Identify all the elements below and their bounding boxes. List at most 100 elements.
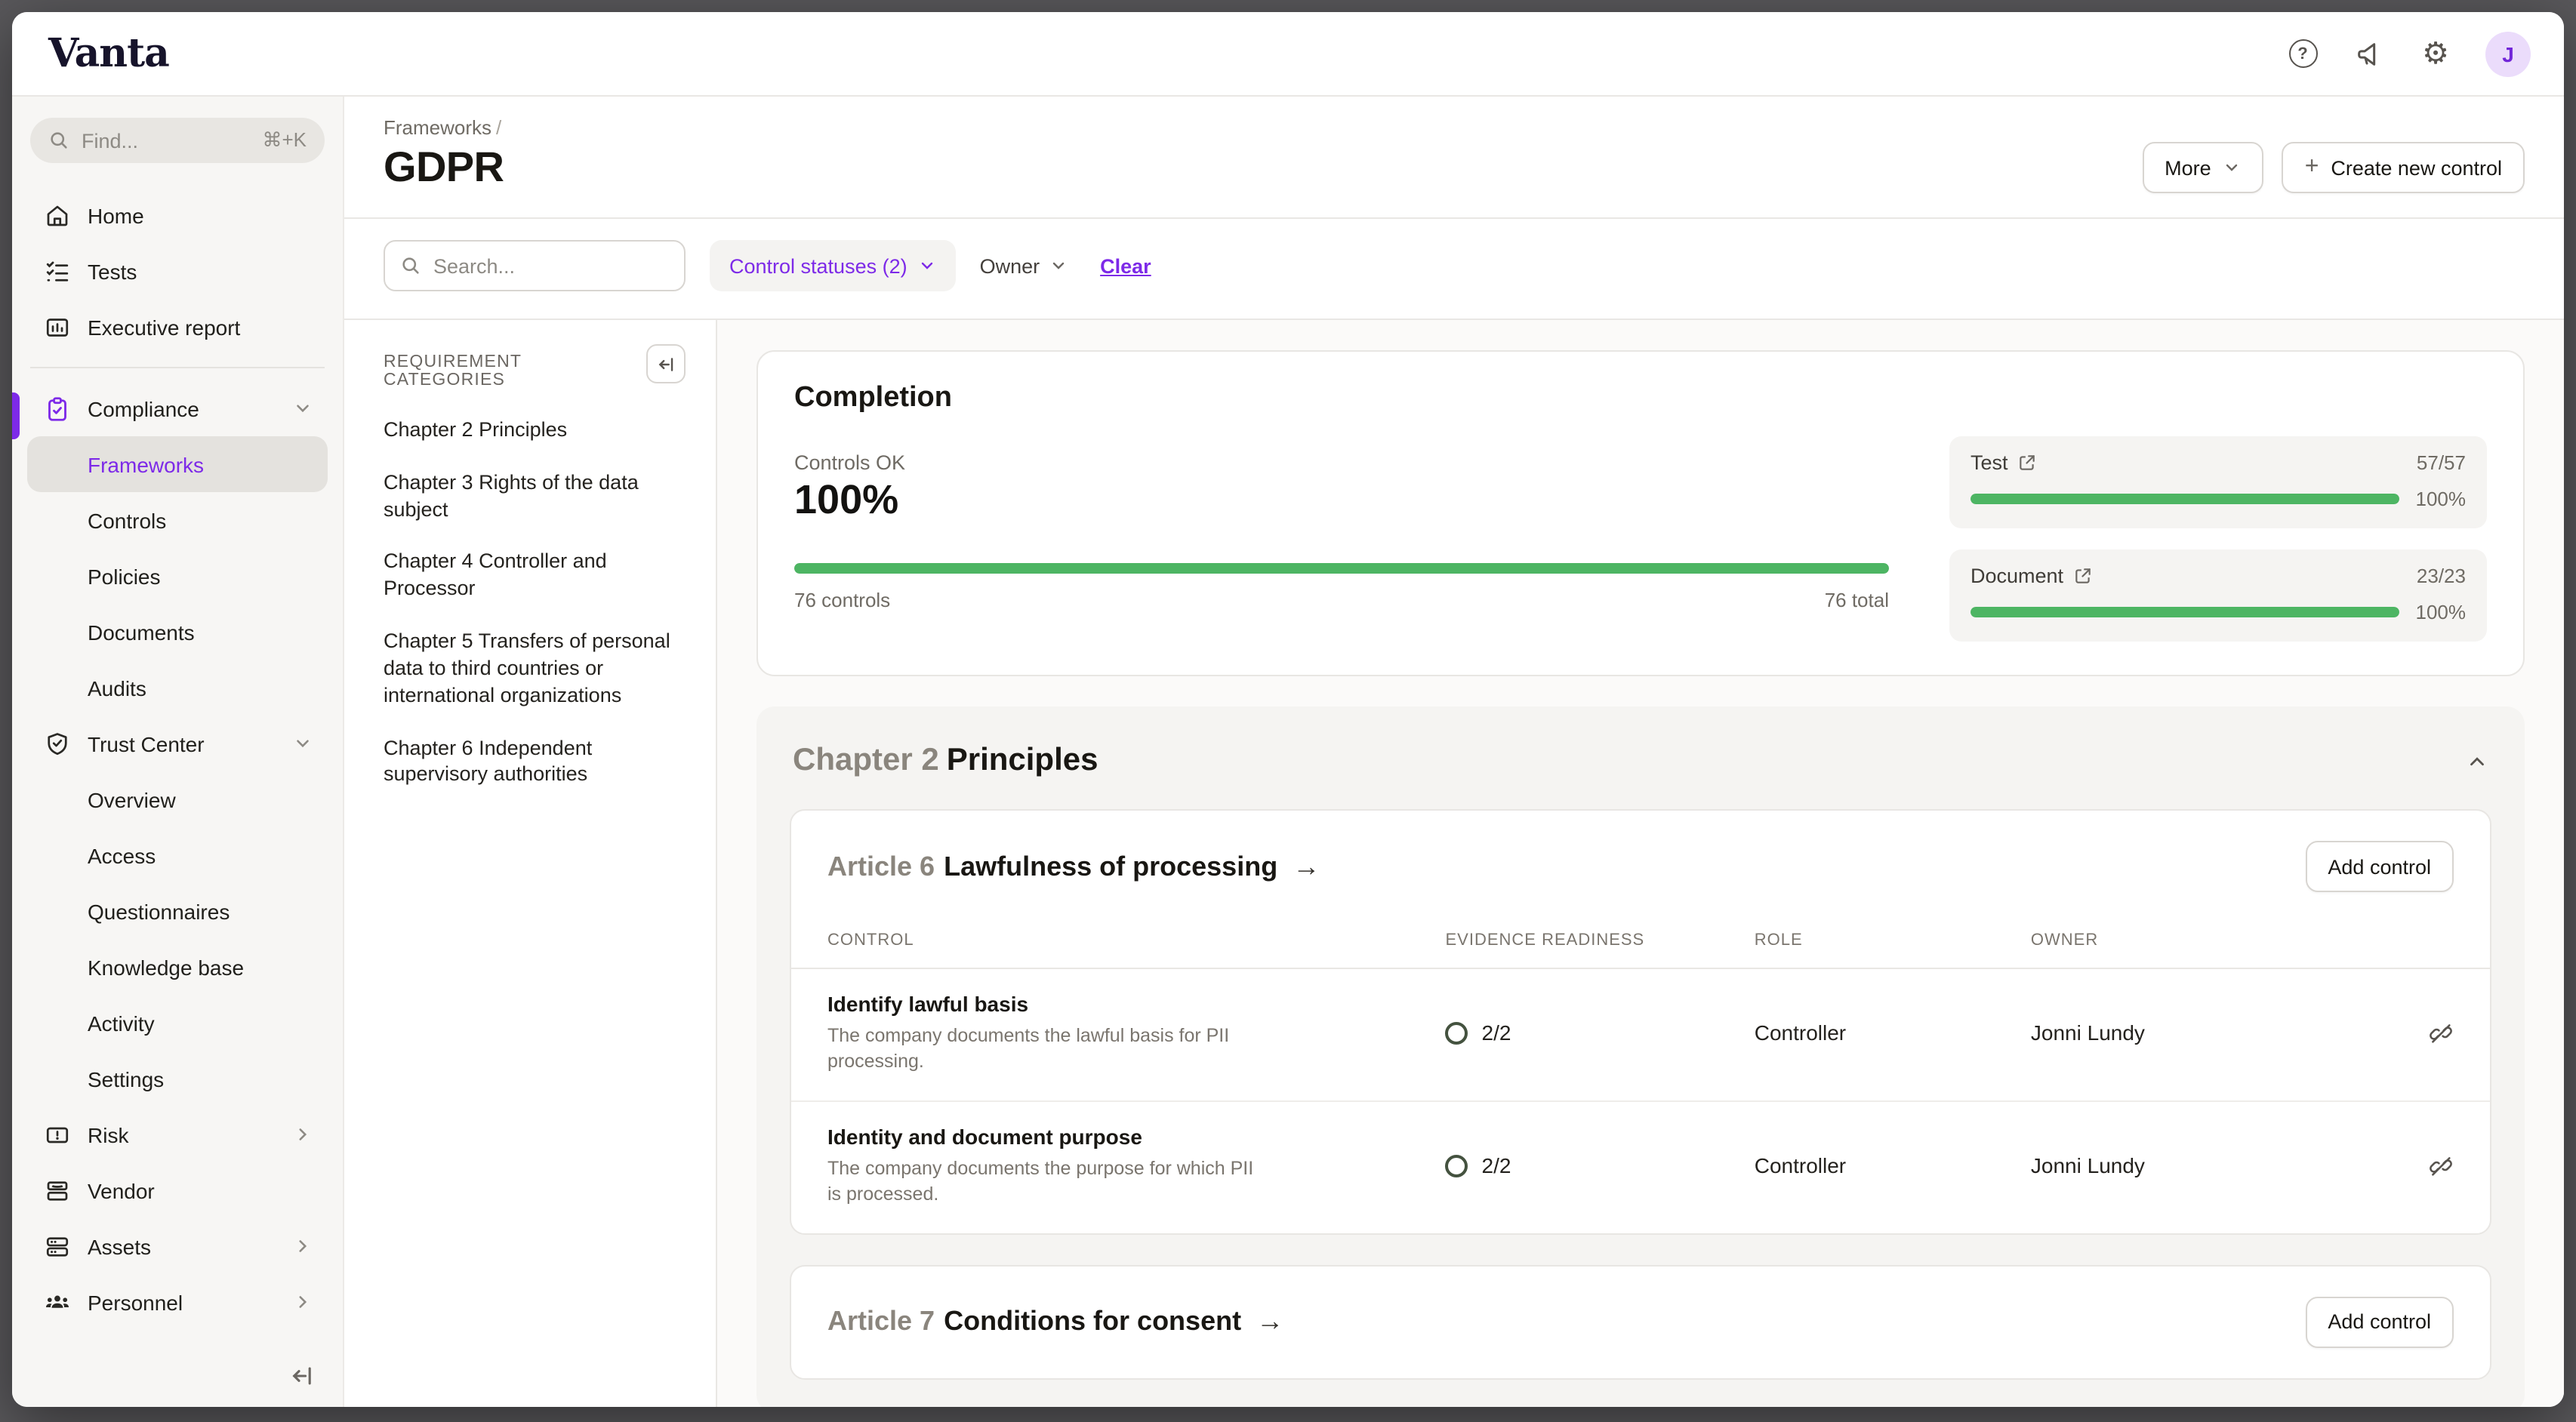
clipboard-check-icon	[42, 394, 71, 423]
owner-filter[interactable]: Owner	[980, 254, 1068, 277]
column-evidence-readiness: EVIDENCE READINESS	[1446, 931, 1755, 950]
breadcrumb-frameworks[interactable]: Frameworks	[384, 116, 491, 139]
more-button[interactable]: More	[2142, 142, 2264, 193]
sidebar-item-questionnaires[interactable]: Questionnaires	[27, 883, 328, 939]
add-control-button[interactable]: Add control	[2305, 841, 2454, 892]
search-icon	[48, 130, 69, 151]
sidebar-item-compliance[interactable]: Compliance	[27, 380, 328, 436]
alert-box-icon	[42, 1120, 71, 1149]
sidebar-item-executive-report[interactable]: Executive report	[27, 299, 328, 355]
active-section-indicator	[12, 392, 20, 439]
role-value: Controller	[1755, 1153, 2031, 1177]
document-stat-link[interactable]: Document	[1971, 565, 2092, 587]
requirement-categories-panel: REQUIREMENT CATEGORIES Chapter 2 Princip…	[344, 320, 717, 1407]
chevron-right-icon	[293, 1125, 313, 1144]
sidebar-item-tests[interactable]: Tests	[27, 243, 328, 299]
sidebar-item-documents[interactable]: Documents	[27, 604, 328, 660]
sidebar-item-settings[interactable]: Settings	[27, 1051, 328, 1107]
controls-total: 76 total	[1825, 589, 1889, 611]
category-chapter-5[interactable]: Chapter 5 Transfers of personal data to …	[384, 628, 686, 709]
sidebar-item-personnel[interactable]: Personnel	[27, 1274, 328, 1330]
sidebar-item-vendor[interactable]: Vendor	[27, 1162, 328, 1218]
page-header: Frameworks/ GDPR More +	[344, 97, 2564, 219]
sidebar-item-risk[interactable]: Risk	[27, 1107, 328, 1162]
category-chapter-6[interactable]: Chapter 6 Independent supervisory author…	[384, 734, 686, 788]
arrow-right-icon: →	[1256, 1306, 1283, 1337]
evidence-ring-icon	[1446, 1022, 1468, 1045]
report-icon	[42, 312, 71, 341]
sidebar-item-policies[interactable]: Policies	[27, 548, 328, 604]
people-icon	[42, 1288, 71, 1316]
test-percent: 100%	[2414, 488, 2466, 510]
create-new-control-button[interactable]: + Create new control	[2282, 142, 2525, 193]
category-chapter-3[interactable]: Chapter 3 Rights of the data subject	[384, 469, 686, 523]
document-stat-card: Document 23/23	[1949, 549, 2487, 642]
owner-value: Jonni Lundy	[2031, 1021, 2408, 1045]
shield-check-icon	[42, 729, 71, 758]
sidebar-divider	[30, 367, 325, 368]
article-6-title[interactable]: Article 6 Lawfulness of processing →	[827, 851, 1320, 882]
sidebar-item-knowledge-base[interactable]: Knowledge base	[27, 939, 328, 995]
sidebar-item-controls[interactable]: Controls	[27, 492, 328, 548]
external-link-icon	[2072, 566, 2092, 586]
column-owner: OWNER	[2031, 931, 2408, 950]
avatar[interactable]: J	[2485, 31, 2531, 76]
table-row[interactable]: Identify lawful basis The company docume…	[791, 969, 2490, 1100]
sidebar-item-access[interactable]: Access	[27, 827, 328, 883]
desktop: Vanta ? ⚙ J	[0, 0, 2576, 1422]
document-progress-bar	[1971, 607, 2399, 617]
test-ratio: 57/57	[2417, 451, 2466, 474]
article-7-title[interactable]: Article 7 Conditions for consent →	[827, 1306, 1283, 1337]
sidebar-item-frameworks[interactable]: Frameworks	[27, 436, 328, 492]
category-chapter-4[interactable]: Chapter 4 Controller and Processor	[384, 549, 686, 602]
panel-collapse-button[interactable]	[646, 344, 686, 383]
sidebar-item-assets[interactable]: Assets	[27, 1218, 328, 1274]
search-icon	[400, 255, 421, 276]
vendor-box-icon	[42, 1176, 71, 1205]
column-role: ROLE	[1755, 931, 2031, 950]
checklist-icon	[42, 257, 71, 285]
sidebar-item-trust-center[interactable]: Trust Center	[27, 716, 328, 771]
clear-filters-link[interactable]: Clear	[1100, 254, 1151, 277]
control-name[interactable]: Identity and document purpose	[827, 1125, 1446, 1149]
avatar-initial: J	[2502, 42, 2514, 66]
document-percent: 100%	[2414, 601, 2466, 623]
search-input[interactable]	[433, 254, 669, 277]
control-name[interactable]: Identify lawful basis	[827, 992, 1446, 1016]
megaphone-icon[interactable]	[2353, 37, 2386, 70]
gear-icon[interactable]: ⚙	[2419, 37, 2452, 70]
search-box[interactable]	[384, 240, 686, 291]
table-row[interactable]: Identity and document purpose The compan…	[791, 1100, 2490, 1233]
article-7-card: Article 7 Conditions for consent → Add c…	[790, 1264, 2491, 1379]
sidebar-item-home[interactable]: Home	[27, 187, 328, 243]
app-window: Vanta ? ⚙ J	[12, 12, 2564, 1407]
chevron-right-icon	[293, 1292, 313, 1312]
sidebar: Find... ⌘+K Home Tests	[12, 97, 344, 1407]
sidebar-item-audits[interactable]: Audits	[27, 660, 328, 716]
sidebar-item-activity[interactable]: Activity	[27, 995, 328, 1051]
test-stat-link[interactable]: Test	[1971, 451, 2037, 474]
control-statuses-filter[interactable]: Control statuses (2)	[710, 240, 956, 291]
chevron-down-icon	[293, 734, 313, 753]
evidence-value: 2/2	[1482, 1021, 1511, 1045]
controls-ok-label: Controls OK	[794, 451, 1889, 474]
main-content: Frameworks/ GDPR More +	[344, 97, 2564, 1407]
chapter-2-section: Chapter 2Principles Article	[756, 706, 2525, 1407]
topbar-actions: ? ⚙ J	[2286, 31, 2531, 76]
app-body: Find... ⌘+K Home Tests	[12, 97, 2564, 1407]
find-input[interactable]: Find... ⌘+K	[30, 118, 325, 163]
chevron-up-icon[interactable]	[2466, 749, 2488, 772]
column-control: CONTROL	[827, 931, 1446, 950]
help-icon[interactable]: ?	[2286, 37, 2319, 70]
add-control-button[interactable]: Add control	[2305, 1296, 2454, 1347]
requirement-categories-heading: REQUIREMENT CATEGORIES	[384, 344, 646, 389]
test-progress-bar	[1971, 494, 2399, 504]
unlink-icon[interactable]	[2408, 1153, 2454, 1178]
unlink-icon[interactable]	[2408, 1020, 2454, 1046]
sidebar-collapse-icon[interactable]	[290, 1363, 316, 1389]
sidebar-item-overview[interactable]: Overview	[27, 771, 328, 827]
server-stack-icon	[42, 1232, 71, 1260]
chevron-down-icon	[918, 257, 936, 275]
owner-value: Jonni Lundy	[2031, 1153, 2408, 1177]
category-chapter-2[interactable]: Chapter 2 Principles	[384, 417, 686, 444]
